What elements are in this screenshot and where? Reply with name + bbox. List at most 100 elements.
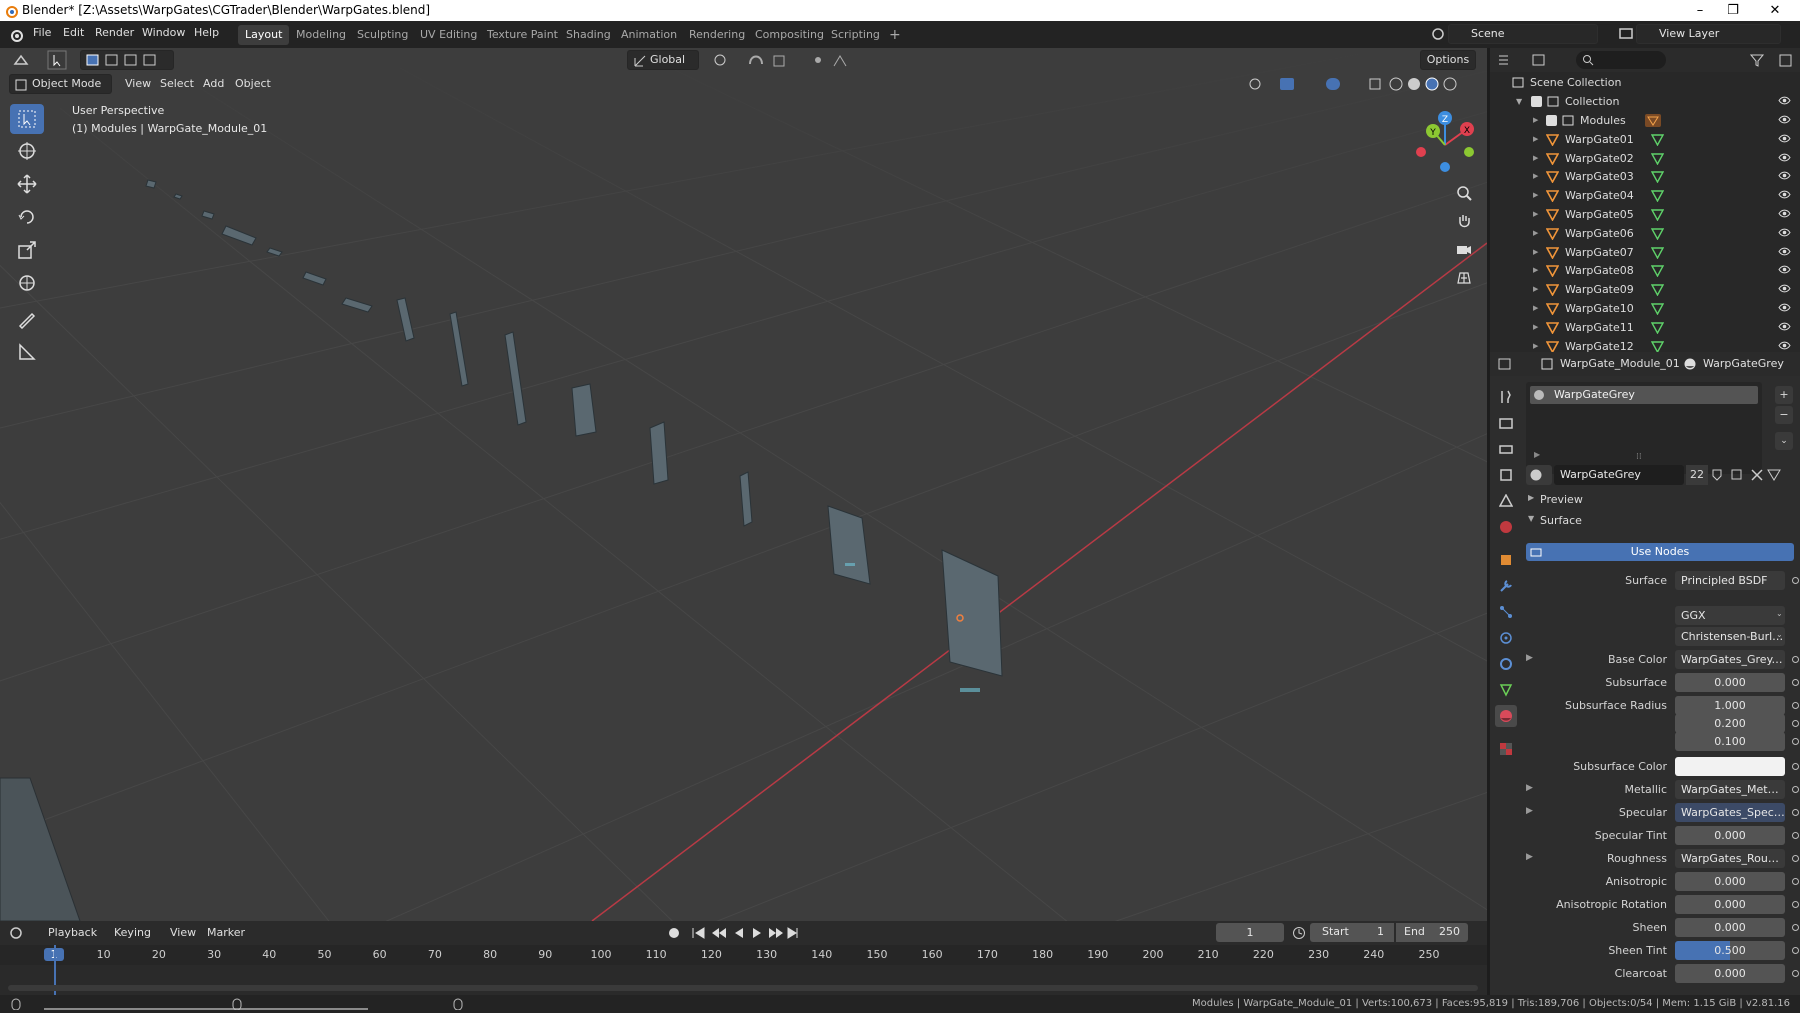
socket-link-icon[interactable] [1792, 855, 1799, 862]
output-properties-tab[interactable] [1495, 438, 1517, 460]
tool-cursor[interactable] [10, 136, 44, 166]
socket-link-icon[interactable] [1792, 970, 1799, 977]
expand-arrow-icon[interactable]: ▶ [1533, 205, 1538, 224]
outliner-item[interactable]: ▶ WarpGate07 [1490, 243, 1800, 262]
expand-arrow-icon[interactable]: ▶ [1533, 167, 1538, 186]
viewport-menu-add[interactable]: Add [203, 77, 224, 90]
material-slot-list[interactable]: WarpGateGrey ▶ ⁞⁞ [1526, 382, 1762, 474]
property-number-field[interactable]: 0.000 [1675, 826, 1785, 845]
subsurface-color-swatch[interactable] [1675, 757, 1785, 776]
blender-menu-icon[interactable] [8, 27, 24, 43]
expand-arrow-icon[interactable]: ▶ [1533, 130, 1538, 149]
property-slider[interactable]: 0.500 [1675, 941, 1785, 960]
physics-properties-tab[interactable] [1495, 627, 1517, 649]
editor-type-icon[interactable] [1498, 53, 1526, 67]
expand-arrow-icon[interactable]: ▶ [1533, 149, 1538, 168]
preview-panel-header[interactable]: ▶ Preview [1526, 490, 1800, 510]
particles-properties-tab[interactable] [1495, 601, 1517, 623]
expand-arrow-icon[interactable]: ▶ [1533, 186, 1538, 205]
timeline-menu-marker[interactable]: Marker [207, 926, 245, 939]
menu-edit[interactable]: Edit [63, 26, 84, 39]
expand-arrow-icon[interactable]: ▶ [1533, 111, 1538, 130]
viewport-menu-view[interactable]: View [125, 77, 151, 90]
expand-arrow-icon[interactable]: ▶ [1526, 852, 1533, 862]
viewport-menu-object[interactable]: Object [235, 77, 271, 90]
eye-icon[interactable] [1778, 190, 1791, 199]
socket-link-icon[interactable] [1792, 679, 1799, 686]
socket-link-icon[interactable] [1792, 947, 1799, 954]
outliner-item[interactable]: ▶ WarpGate03 [1490, 167, 1800, 186]
navigation-gizmo[interactable]: Z Y X [1405, 103, 1485, 183]
outliner-scene-collection[interactable]: Scene Collection [1490, 73, 1800, 92]
playhead[interactable] [54, 945, 56, 1001]
property-number-field[interactable]: 0.000 [1675, 964, 1785, 983]
eye-icon[interactable] [1778, 171, 1791, 180]
tool-properties-tab[interactable] [1495, 386, 1517, 408]
property-number-field[interactable]: 0.100 [1675, 732, 1785, 751]
timeline-menu-playback[interactable]: Playback [48, 926, 97, 939]
expand-arrow-icon[interactable]: ▶ [1534, 450, 1540, 459]
display-mode-icon[interactable] [1532, 53, 1556, 67]
tab-modeling[interactable]: Modeling [289, 25, 353, 45]
tool-move[interactable] [10, 169, 44, 199]
outliner-item[interactable]: ▶ WarpGate02 [1490, 149, 1800, 168]
socket-link-icon[interactable] [1792, 702, 1799, 709]
socket-link-icon[interactable] [1792, 720, 1799, 727]
add-slot-button[interactable]: + [1775, 386, 1793, 404]
expand-arrow-icon[interactable]: ▶ [1533, 261, 1538, 280]
property-number-field[interactable]: 0.000 [1675, 895, 1785, 914]
render-properties-tab[interactable] [1495, 412, 1517, 434]
select-mode-buttons[interactable] [80, 50, 174, 70]
property-value-field[interactable]: Christensen-Burley [1675, 627, 1785, 646]
outliner-item[interactable]: ▶ WarpGate08 [1490, 261, 1800, 280]
outliner-item[interactable]: ▶ WarpGate11 [1490, 318, 1800, 337]
slot-specials-button[interactable]: ⌄ [1775, 432, 1793, 450]
outliner-item[interactable]: ▶ WarpGate05 [1490, 205, 1800, 224]
socket-link-icon[interactable] [1792, 924, 1799, 931]
property-value-field[interactable]: WarpGates_Metallic... [1675, 780, 1785, 799]
shading-controls[interactable] [1246, 76, 1482, 92]
editor-type-icon[interactable] [10, 926, 34, 940]
3d-viewport[interactable]: Global Options Object Mode View Select A… [0, 48, 1487, 921]
expand-arrow-icon[interactable]: ▶ [1526, 783, 1533, 793]
view-layer-selector[interactable]: View Layer [1636, 24, 1781, 44]
tab-uv-editing[interactable]: UV Editing [413, 25, 484, 45]
tool-annotate[interactable] [10, 304, 44, 334]
eye-icon[interactable] [1778, 134, 1791, 143]
tool-transform[interactable] [10, 268, 44, 298]
resize-handle-icon[interactable]: ⁞⁞ [1636, 452, 1642, 462]
timeline-ruler[interactable]: 1102030405060708090100110120130140150160… [0, 945, 1487, 965]
editor-type-icon[interactable] [1498, 357, 1524, 371]
use-nodes-button[interactable]: Use Nodes [1526, 543, 1794, 561]
property-number-field[interactable]: 0.000 [1675, 673, 1785, 692]
modifier-properties-tab[interactable] [1495, 575, 1517, 597]
current-frame-field[interactable]: 1 [1216, 923, 1284, 942]
tab-compositing[interactable]: Compositing [748, 25, 831, 45]
tab-rendering[interactable]: Rendering [682, 25, 752, 45]
socket-link-icon[interactable] [1792, 738, 1799, 745]
material-name-field[interactable]: WarpGateGrey [1554, 465, 1684, 485]
eye-icon[interactable] [1778, 96, 1791, 105]
expand-arrow-icon[interactable]: ▶ [1526, 653, 1533, 663]
datablock-actions[interactable] [1710, 468, 1768, 482]
material-users-count[interactable]: 22 [1686, 465, 1708, 485]
mode-dropdown[interactable]: Object Mode [9, 74, 112, 94]
property-value-field[interactable]: WarpGates_Roughne... [1675, 849, 1785, 868]
outliner-item[interactable]: ▶ WarpGate04 [1490, 186, 1800, 205]
eye-icon[interactable] [1778, 247, 1791, 256]
collapse-arrow-icon[interactable]: ▼ [1516, 92, 1522, 111]
orientation-dropdown[interactable]: Global [627, 50, 699, 70]
include-checkbox[interactable] [1546, 115, 1557, 126]
socket-link-icon[interactable] [1792, 901, 1799, 908]
clock-icon[interactable] [1292, 926, 1306, 940]
view-layer-properties-tab[interactable] [1495, 464, 1517, 486]
end-frame-field[interactable]: End 250 [1396, 923, 1468, 942]
property-number-field[interactable]: 0.200 [1675, 714, 1785, 733]
outliner-item[interactable]: ▶ WarpGate06 [1490, 224, 1800, 243]
menu-window[interactable]: Window [142, 26, 185, 39]
constraints-properties-tab[interactable] [1495, 653, 1517, 675]
zoom-button[interactable] [1450, 179, 1478, 207]
menu-render[interactable]: Render [95, 26, 134, 39]
remove-slot-button[interactable]: − [1775, 406, 1793, 424]
socket-link-icon[interactable] [1792, 878, 1799, 885]
